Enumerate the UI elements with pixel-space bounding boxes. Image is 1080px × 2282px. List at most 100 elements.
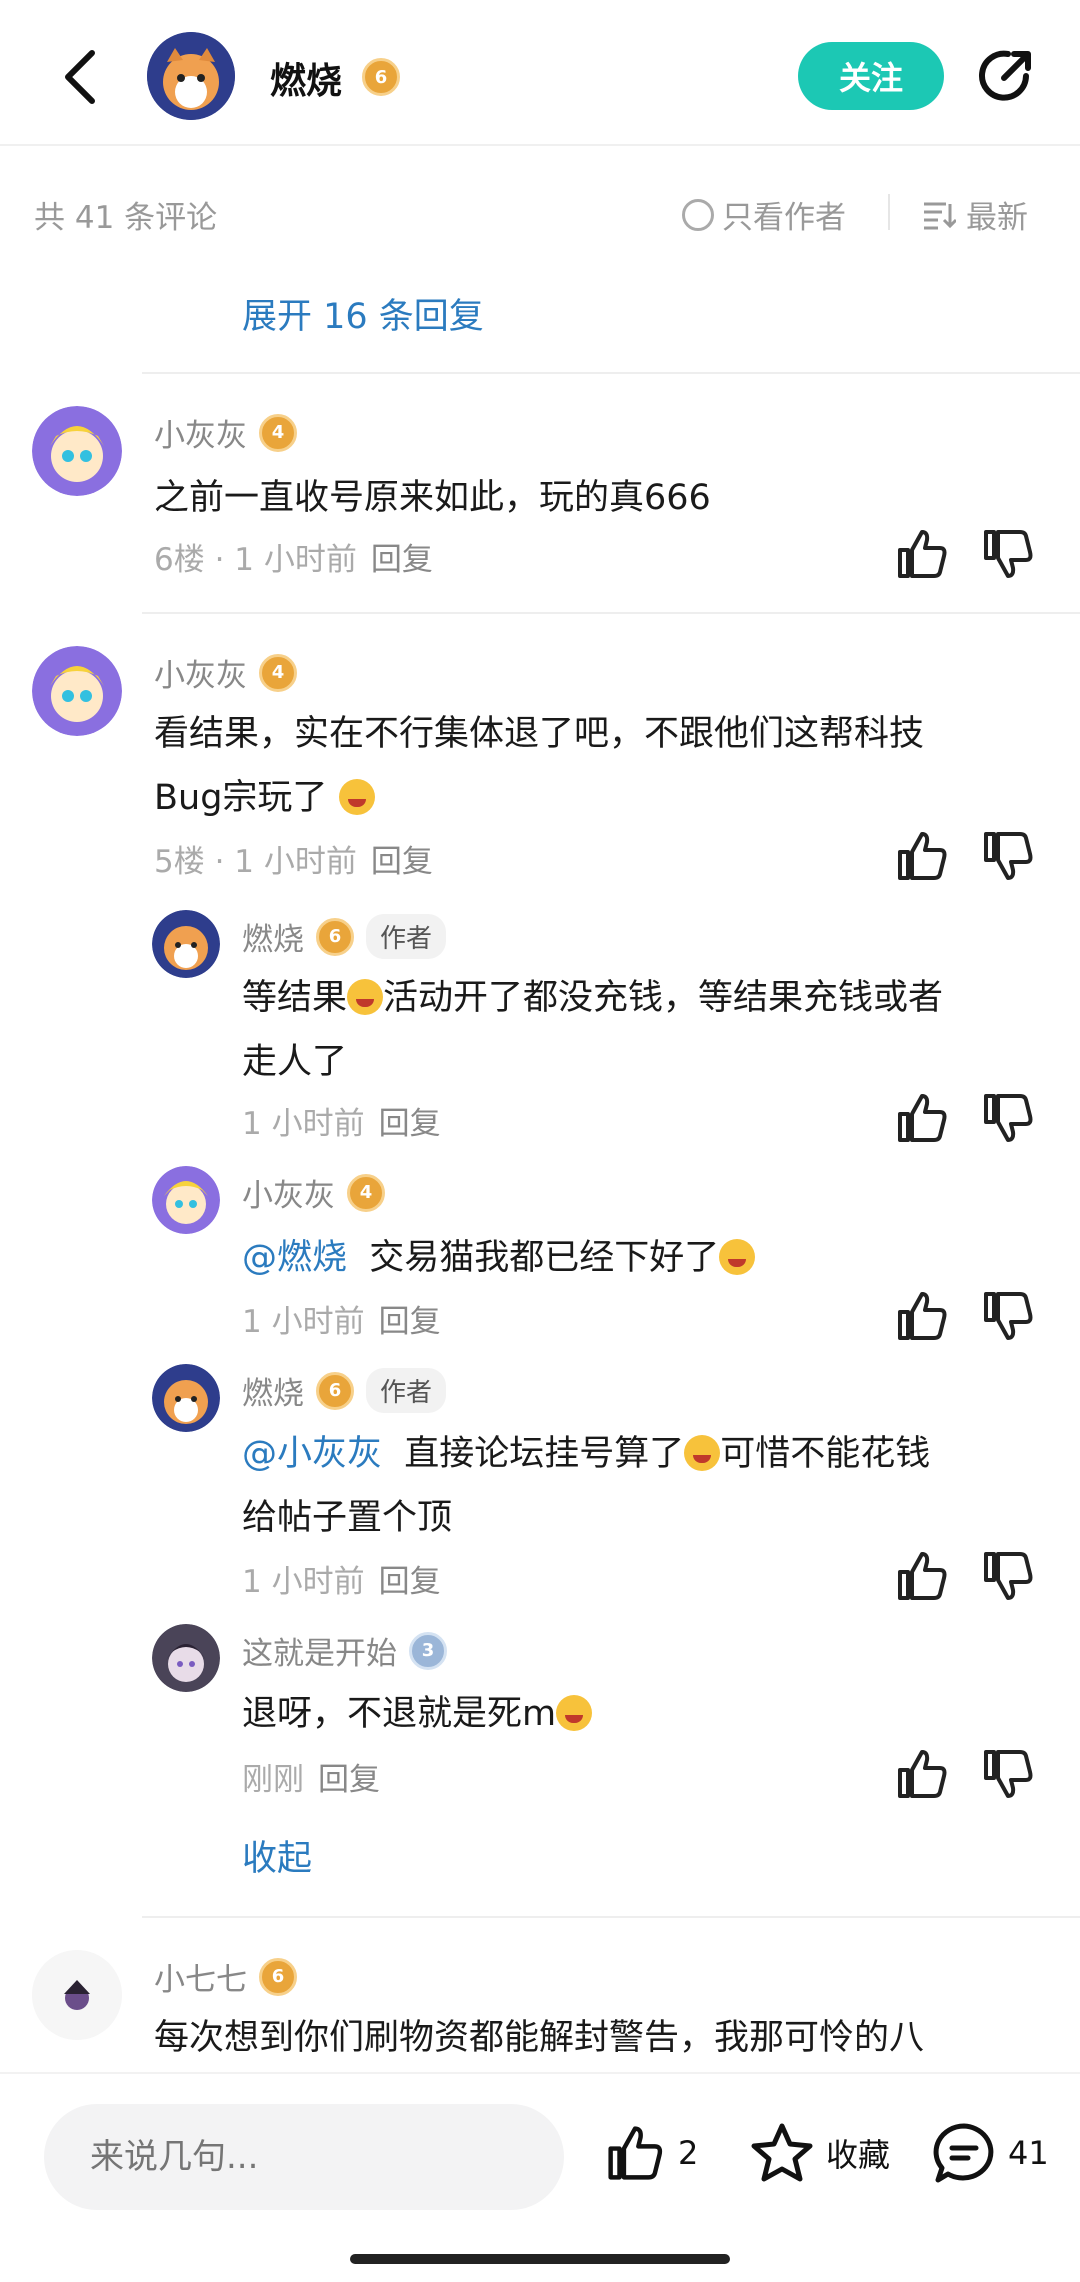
comment-username[interactable]: 小七七 6: [154, 1954, 297, 1999]
author-only-toggle[interactable]: 只看作者: [682, 192, 846, 237]
dislike-button[interactable]: [980, 1548, 1036, 1604]
comment-text: 每次想到你们刷物资都能解封警告，我那可怜的八: [154, 2018, 925, 2058]
dislike-button[interactable]: [980, 1746, 1036, 1802]
thumbs-down-icon: [984, 1750, 1033, 1798]
divider: [142, 372, 1080, 374]
reply-text-part: 交易猫我都已经下好了: [369, 1238, 720, 1278]
sort-icon: [924, 202, 956, 229]
reply-button[interactable]: 回复: [371, 844, 433, 880]
reply-text: @燃烧 交易猫我都已经下好了: [242, 1226, 1042, 1290]
avatar[interactable]: [152, 1624, 220, 1692]
floor: 5楼: [154, 844, 205, 880]
thumbs-down-icon: [984, 530, 1033, 578]
reply-username[interactable]: 燃烧 6 作者: [242, 1368, 447, 1413]
comment-meta: 6楼 · 1 小时前 回复: [154, 542, 433, 578]
reply-meta: 刚刚 回复: [242, 1754, 380, 1799]
follow-button[interactable]: 关注: [798, 42, 944, 110]
mention-link[interactable]: @燃烧: [242, 1238, 347, 1278]
like-button[interactable]: [894, 1090, 950, 1146]
avatar[interactable]: [32, 1950, 122, 2040]
avatar[interactable]: [32, 406, 122, 496]
thumbs-up-icon: [608, 2126, 663, 2180]
share-icon: [979, 50, 1031, 101]
author-name[interactable]: 燃烧: [270, 52, 342, 104]
comment-text-line: Bug宗玩了: [154, 778, 328, 818]
timestamp: 1 小时前: [242, 1106, 365, 1142]
level-badge: 6: [316, 917, 354, 956]
share-button[interactable]: [974, 44, 1038, 108]
reply-button[interactable]: 回复: [379, 1304, 441, 1340]
sort-latest-button[interactable]: 最新: [922, 192, 1028, 237]
level-badge: 4: [259, 413, 297, 452]
reply-text: 退呀，不退就是死m: [242, 1682, 1042, 1746]
favorite-button[interactable]: 收藏: [750, 2122, 890, 2184]
reply-text-line: 走人了: [242, 1042, 348, 1082]
reply-username[interactable]: 这就是开始 3: [242, 1628, 447, 1673]
reply-username[interactable]: 燃烧 6 作者: [242, 914, 447, 959]
star-icon: [751, 2123, 813, 2182]
dislike-button[interactable]: [980, 526, 1036, 582]
timestamp: 1 小时前: [234, 844, 357, 880]
comment-total: 41: [1008, 2134, 1049, 2172]
level-badge: 6: [259, 1957, 297, 1996]
like-button[interactable]: [894, 526, 950, 582]
home-indicator: [350, 2254, 730, 2264]
thumbs-up-icon: [898, 1292, 947, 1340]
expand-replies-link[interactable]: 展开 16 条回复: [242, 288, 484, 339]
radio-icon: [682, 198, 714, 231]
comment-input[interactable]: [44, 2104, 564, 2210]
reply-meta: 1 小时前 回复: [242, 1098, 441, 1143]
reply-text: @小灰灰 直接论坛挂号算了 可惜不能花钱 给帖子置个顶: [242, 1422, 1042, 1550]
avatar[interactable]: [152, 1166, 220, 1234]
like-button[interactable]: [894, 1746, 950, 1802]
username-text: 燃烧: [242, 922, 304, 958]
mention-link[interactable]: @小灰灰: [242, 1434, 382, 1474]
sort-latest-label: 最新: [966, 200, 1028, 236]
level-badge: 4: [259, 653, 297, 692]
sunglasses-emoji-icon: [556, 1695, 593, 1731]
comments-button[interactable]: 41: [932, 2122, 1049, 2184]
level-badge: 3: [409, 1631, 447, 1670]
reply-button[interactable]: 回复: [371, 542, 433, 578]
level-badge: 6: [316, 1371, 354, 1410]
avatar[interactable]: [152, 1364, 220, 1432]
grin-emoji-icon: [338, 779, 375, 815]
username-text: 燃烧: [242, 1376, 304, 1412]
thinking-emoji-icon: [347, 979, 384, 1015]
thumbs-down-icon: [984, 832, 1033, 880]
thumbs-up-icon: [898, 832, 947, 880]
comment-text: 看结果，实在不行集体退了吧，不跟他们这帮科技 Bug宗玩了: [154, 702, 1034, 830]
author-tag: 作者: [366, 914, 447, 959]
like-button[interactable]: [894, 828, 950, 884]
dislike-button[interactable]: [980, 828, 1036, 884]
reply-text-part: 退呀，不退就是死m: [242, 1694, 557, 1734]
thumbs-down-icon: [984, 1094, 1033, 1142]
level-badge: 4: [347, 1173, 385, 1212]
favorite-label: 收藏: [826, 2136, 891, 2174]
comment-meta: 5楼 · 1 小时前 回复: [154, 844, 433, 880]
avatar[interactable]: [152, 910, 220, 978]
bottom-action-bar: 2 收藏 41: [0, 2072, 1080, 2282]
timestamp: 1 小时前: [234, 542, 357, 578]
comment-username[interactable]: 小灰灰 4: [154, 650, 297, 695]
thinking-emoji-icon: [684, 1435, 721, 1471]
collapse-replies-link[interactable]: 收起: [242, 1830, 312, 1881]
post-like-button[interactable]: 2: [604, 2122, 698, 2184]
avatar[interactable]: [32, 646, 122, 736]
comment-username[interactable]: 小灰灰 4: [154, 410, 297, 455]
dislike-button[interactable]: [980, 1090, 1036, 1146]
comment-text: 之前一直收号原来如此，玩的真666: [154, 478, 711, 518]
author-tag: 作者: [366, 1368, 447, 1413]
reply-button[interactable]: 回复: [379, 1106, 441, 1142]
author-avatar[interactable]: [147, 32, 235, 120]
back-button[interactable]: [50, 42, 110, 112]
reply-button[interactable]: 回复: [379, 1564, 441, 1600]
thumbs-up-icon: [898, 1552, 947, 1600]
reply-text: 等结果 活动开了都没充钱，等结果充钱或者 走人了: [242, 966, 1042, 1094]
reply-button[interactable]: 回复: [318, 1762, 380, 1798]
reply-username[interactable]: 小灰灰 4: [242, 1170, 385, 1215]
dislike-button[interactable]: [980, 1288, 1036, 1344]
grin-emoji-icon: [719, 1239, 756, 1275]
like-button[interactable]: [894, 1288, 950, 1344]
like-button[interactable]: [894, 1548, 950, 1604]
